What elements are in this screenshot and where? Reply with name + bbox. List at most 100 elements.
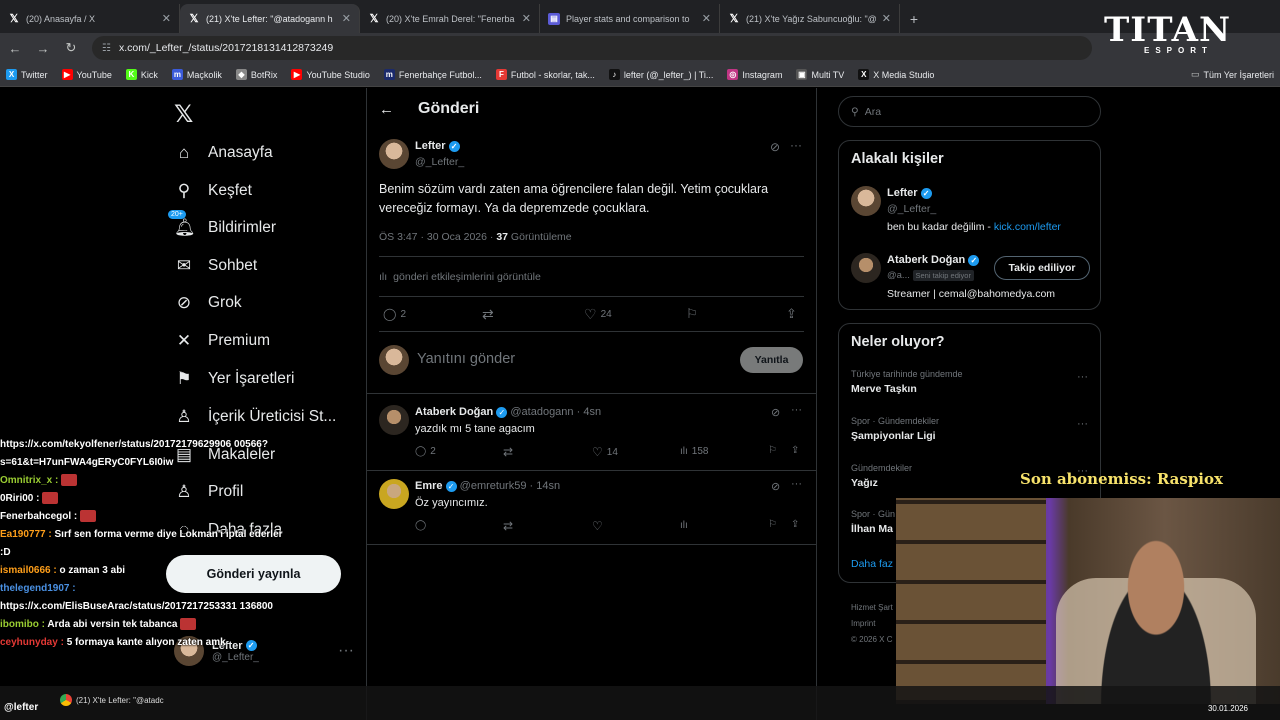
footer-imprint[interactable]: Imprint [851,616,893,632]
taskbar-window[interactable]: (21) X'te Lefter: "@atadc [60,694,164,706]
nav-item-grok[interactable]: ⊘ Grok [174,293,242,313]
view-engagements-link[interactable]: ılı gönderi etkileşimlerini görüntüle [379,271,541,283]
reply-author-name[interactable]: Emre [415,480,443,492]
close-tab-icon[interactable]: ✕ [342,12,351,25]
reload-icon[interactable]: ↻ [64,40,78,56]
tab-3[interactable]: 𝕏 (20) X'te Emrah Derel: "Fenerba ✕ [360,4,540,33]
post-timestamp[interactable]: ÖS 3:47 · 30 Oca 2026 · [379,231,496,243]
tab-4[interactable]: ▤ Player stats and comparison to ✕ [540,4,720,33]
back-icon[interactable]: ← [8,41,22,56]
chat-message: ceyhunyday : 5 formaya kante alıyon zate… [0,634,290,652]
share-button[interactable]: ⇪ [786,306,797,322]
nav-item-mail[interactable]: ✉ Sohbet [174,256,257,276]
person-name[interactable]: Ataberk Doğan [887,254,965,266]
new-tab-button[interactable]: + [900,4,928,33]
close-tab-icon[interactable]: ✕ [702,12,711,25]
tab-5[interactable]: 𝕏 (21) X'te Yağız Sabuncuoğlu: "@ ✕ [720,4,900,33]
bookmark-item[interactable]: ▶ YouTube [61,69,112,80]
close-tab-icon[interactable]: ✕ [522,12,531,25]
bookmark-favicon-icon: m [383,69,395,80]
site-info-icon[interactable]: ☷ [102,43,111,54]
trend-more-icon[interactable]: ··· [1077,371,1088,383]
nav-item-search[interactable]: ⚲ Keşfet [174,181,252,201]
x-premium-icon: ✕ [176,331,192,350]
views-button[interactable]: ılı 158 [680,446,708,457]
author-avatar[interactable] [379,139,409,169]
following-button[interactable]: Takip ediliyor [994,256,1090,280]
author-handle[interactable]: @_Lefter_ [415,156,464,168]
avatar[interactable] [379,405,409,435]
person-name[interactable]: Lefter [887,187,918,199]
reply-button[interactable]: ◯ 2 [415,446,436,457]
grok-icon[interactable]: ⊘ [771,406,780,419]
bookmark-item[interactable]: XX Media Studio [858,69,934,80]
grok-icon[interactable]: ⊘ [770,140,780,154]
like-button[interactable]: ♡ [592,519,607,533]
tab-1[interactable]: 𝕏 (20) Anasayfa / X ✕ [0,4,180,33]
url-field[interactable]: ☷ x.com/_Lefter_/status/2017218131412873… [92,36,1092,60]
bookmark-button[interactable]: ⚐ [768,519,777,530]
more-icon[interactable]: ··· [791,478,802,490]
repost-button[interactable]: ⇄ [503,445,513,459]
nav-item-bell[interactable]: 🔔︎ 20+ Bildirimler [168,210,276,238]
more-icon[interactable]: ··· [790,138,802,152]
reply-button[interactable]: ◯ 2 [383,307,406,321]
trend-item[interactable]: Spor · Gün İlhan Ma [851,509,895,535]
nav-item-home[interactable]: ⌂ Anasayfa [174,143,273,163]
like-button[interactable]: ♡ 24 [584,306,612,323]
search-box[interactable]: ⚲ Ara [838,96,1101,127]
views-button[interactable]: ılı [680,520,692,531]
bookmark-item[interactable]: ◎ Instagram [727,69,782,80]
author-name[interactable]: Lefter [415,140,446,152]
bookmark-item[interactable]: ▣ Multi TV [796,69,844,80]
bookmark-item[interactable]: X Twitter [6,69,48,80]
bookmark-item[interactable]: ♪ lefter (@_lefter_) | Ti... [608,69,713,80]
search-placeholder: Ara [864,105,882,118]
chat-message: ibomibo : Arda abi versin tek tabanca [0,616,290,634]
trend-item[interactable]: Spor · Gündemdekiler Şampiyonlar Ligi [851,416,939,442]
repost-button[interactable]: ⇄ [482,306,494,323]
reply-button[interactable]: ◯ [415,520,430,531]
share-button[interactable]: ⇪ [791,519,799,530]
more-icon[interactable]: ··· [791,404,802,416]
bookmark-button[interactable]: ⚐ [768,445,777,456]
reply-submit-button[interactable]: Yanıtla [740,347,803,373]
avatar[interactable] [379,479,409,509]
bookmark-item[interactable]: m Maçkolik [171,69,222,80]
like-button[interactable]: ♡ 14 [592,445,618,459]
close-tab-icon[interactable]: ✕ [162,12,171,25]
tab-2[interactable]: 𝕏 (21) X'te Lefter: "@atadogann h ✕ [180,4,360,33]
bookmark-item[interactable]: K Kick [125,69,158,80]
trend-more-icon[interactable]: ··· [1077,418,1088,430]
avatar[interactable] [851,186,881,216]
close-tab-icon[interactable]: ✕ [882,12,891,25]
bookmark-item[interactable]: m Fenerbahçe Futbol... [383,69,482,80]
trend-item[interactable]: Türkiye tarihinde gündemde Merve Taşkın [851,369,963,395]
x-logo-icon[interactable]: 𝕏 [174,100,193,128]
chat-username: ibomibo : [0,619,45,630]
share-button[interactable]: ⇪ [791,445,799,456]
avatar[interactable] [851,253,881,283]
address-toolbar: ← → ↻ ☷ x.com/_Lefter_/status/2017218131… [0,33,1280,63]
nav-item-bookmark[interactable]: ⚑ Yer İşaretleri [174,369,294,389]
footer-terms[interactable]: Hizmet Şart [851,600,893,616]
more-icon[interactable]: ··· [338,642,354,660]
reply-input[interactable]: Yanıtını gönder [417,351,515,367]
show-more-link[interactable]: Daha faz [851,558,893,570]
bookmark-item[interactable]: F Futbol - skorlar, tak... [495,69,595,80]
forward-icon[interactable]: → [36,41,50,56]
trend-item[interactable]: Gündemdekiler Yağız [851,463,912,489]
reply-author-name[interactable]: Ataberk Doğan [415,406,493,418]
back-arrow-icon[interactable]: ← [379,101,394,118]
repost-button[interactable]: ⇄ [503,519,513,533]
nav-item-creator[interactable]: ♙ İçerik Üreticisi St... [174,407,336,427]
person-link[interactable]: kick.com/lefter [994,221,1061,233]
tab-title: Player stats and comparison to [566,13,690,24]
nav-item-x-premium[interactable]: ✕ Premium [174,331,270,351]
bookmark-item[interactable]: ◆ BotRix [235,69,277,80]
heart-icon: ♡ [584,306,597,322]
bookmark-button[interactable]: ⚐ [686,306,698,322]
all-bookmarks-button[interactable]: ▭ Tüm Yer İşaretleri [1191,69,1274,80]
grok-icon[interactable]: ⊘ [771,480,780,493]
bookmark-item[interactable]: ▶ YouTube Studio [291,69,370,80]
